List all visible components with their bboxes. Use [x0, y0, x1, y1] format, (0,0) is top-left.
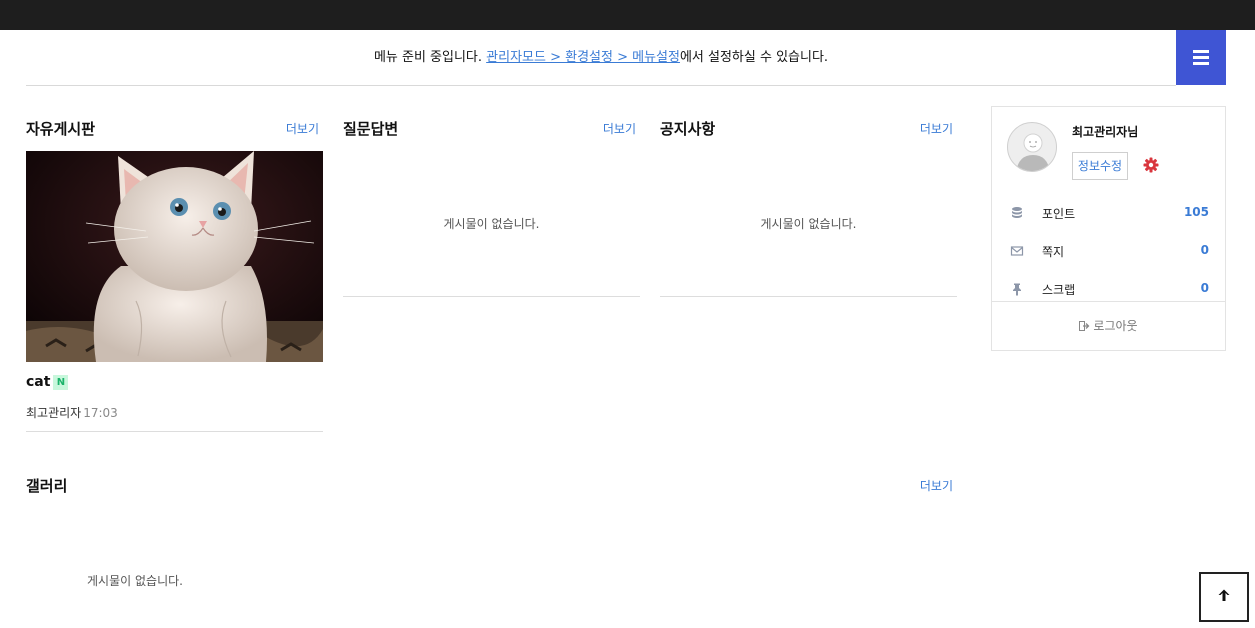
free-board-divider — [26, 431, 323, 432]
menu-settings-link[interactable]: 관리자모드 > 환경설정 > 메뉴설정 — [486, 50, 680, 65]
post-meta: 최고관리자 17:03 — [26, 404, 118, 421]
post-title-text[interactable]: cat — [26, 374, 50, 390]
avatar — [1007, 122, 1057, 172]
edit-profile-button[interactable]: 정보수정 — [1072, 152, 1128, 180]
hamburger-icon-bar — [1193, 56, 1209, 59]
top-bar — [0, 0, 1255, 30]
database-icon — [1010, 206, 1024, 220]
post-time: 17:03 — [83, 406, 118, 420]
free-board: 자유게시판 더보기 — [26, 118, 323, 138]
pin-icon — [1010, 282, 1024, 296]
profile-nickname: 최고관리자님 — [1072, 125, 1139, 139]
notice-board: 공지사항 더보기 — [660, 118, 957, 138]
notice-board-title: 공지사항 — [660, 120, 716, 138]
stat-label-scrap: 스크랩 — [1042, 283, 1076, 297]
stat-value-points: 105 — [1183, 205, 1209, 219]
qna-board-divider — [343, 296, 640, 297]
stat-value-messages: 0 — [1200, 243, 1209, 257]
stat-value-scrap: 0 — [1200, 281, 1209, 295]
stat-label-messages: 쪽지 — [1042, 245, 1065, 259]
notice-board-divider — [660, 296, 957, 297]
qna-empty-message: 게시물이 없습니다. — [443, 217, 540, 231]
sign-out-icon — [1079, 303, 1090, 351]
arrow-up-icon — [1217, 588, 1231, 606]
stat-row-messages[interactable]: 쪽지 0 — [992, 232, 1225, 270]
hamburger-icon-bar — [1193, 50, 1209, 53]
menu-notice: 메뉴 준비 중입니다. 관리자모드 > 환경설정 > 메뉴설정에서 설정하실 수… — [26, 30, 1176, 86]
menu-notice-prefix: 메뉴 준비 중입니다. — [373, 50, 487, 65]
new-badge: N — [53, 375, 69, 390]
qna-board: 질문답변 더보기 — [343, 118, 640, 138]
stat-row-points[interactable]: 포인트 105 — [992, 194, 1225, 232]
cat-thumbnail[interactable] — [26, 151, 323, 362]
logout-button[interactable]: 로그아웃 — [992, 301, 1225, 351]
gear-icon[interactable] — [1143, 157, 1159, 173]
free-board-more-link[interactable]: 더보기 — [286, 120, 319, 137]
menu-notice-suffix: 에서 설정하실 수 있습니다. — [679, 50, 829, 65]
logout-label: 로그아웃 — [1093, 319, 1138, 333]
gallery-board-more-link[interactable]: 더보기 — [920, 477, 953, 494]
post-title[interactable]: cat N — [26, 374, 69, 390]
gallery-board-title: 갤러리 — [26, 477, 68, 495]
gallery-empty-message: 게시물이 없습니다. — [87, 574, 183, 588]
free-board-title: 자유게시판 — [26, 120, 96, 138]
profile-box: 최고관리자님 정보수정 포인트 105 쪽지 0 스크랩 0 로그아웃 — [991, 106, 1226, 351]
scroll-to-top-button[interactable] — [1199, 572, 1249, 622]
menu-toggle-button[interactable] — [1176, 30, 1226, 85]
gallery-board: 갤러리 더보기 — [26, 475, 957, 495]
notice-board-more-link[interactable]: 더보기 — [920, 120, 953, 137]
post-author: 최고관리자 — [26, 406, 82, 420]
hamburger-icon-bar — [1193, 62, 1209, 65]
envelope-icon — [1010, 244, 1024, 258]
stat-label-points: 포인트 — [1042, 207, 1076, 221]
qna-board-title: 질문답변 — [343, 120, 399, 138]
notice-empty-message: 게시물이 없습니다. — [760, 217, 857, 231]
qna-board-more-link[interactable]: 더보기 — [603, 120, 636, 137]
